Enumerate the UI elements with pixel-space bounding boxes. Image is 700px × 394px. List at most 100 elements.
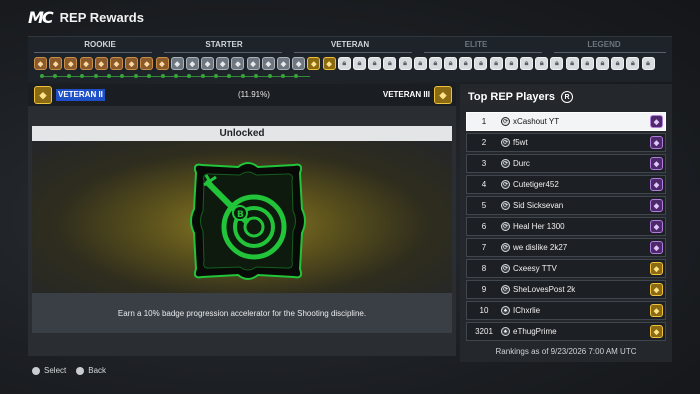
lock-icon[interactable]: 🔒︎	[535, 57, 549, 70]
lock-icon[interactable]: 🔒︎	[459, 57, 473, 70]
tier-divider	[164, 52, 282, 53]
row-player-name: xCashout YT	[513, 117, 560, 126]
tier-label-legend: LEGEND	[587, 40, 621, 49]
select-control[interactable]: Select	[32, 366, 66, 375]
progress-dot	[120, 74, 125, 78]
lock-icon[interactable]: 🔒︎	[520, 57, 533, 70]
badge-icon[interactable]: ◆	[231, 57, 245, 70]
badge-icon[interactable]: ◆	[34, 57, 47, 70]
lock-icon[interactable]: 🔒︎	[444, 57, 458, 70]
badge-icon[interactable]: ◆	[246, 57, 260, 70]
row-player-name: eThugPrime	[513, 327, 557, 336]
tier-labels: ROOKIE STARTER VETERAN ELITE LEGEND	[28, 37, 672, 51]
leaderboard-rows: 1 ⟳ xCashout YT ◆ 2 ⟳ f5wt ◆ 3 ⟳ Durc ◆ …	[466, 112, 666, 343]
badge-icon[interactable]: ◆	[64, 57, 78, 70]
badge-icon[interactable]: ◆	[292, 57, 306, 70]
badge-icon[interactable]: ◆	[79, 57, 93, 70]
leaderboard-row-self[interactable]: 3201 ♠ eThugPrime ◆	[466, 322, 666, 341]
badge-icon[interactable]: ◆	[201, 57, 215, 70]
progress-dot	[214, 74, 219, 78]
lock-icon[interactable]: 🔒︎	[611, 57, 625, 70]
lock-icon[interactable]: 🔒︎	[595, 57, 609, 70]
badge-icon[interactable]: ◆	[185, 57, 199, 70]
tier-progress-dots	[40, 74, 299, 78]
lock-icon[interactable]: 🔒︎	[641, 57, 655, 70]
lock-icon[interactable]: 🔒︎	[352, 57, 366, 70]
leaderboard-row[interactable]: 3 ⟳ Durc ◆	[466, 154, 666, 173]
row-rank: 7	[481, 243, 487, 252]
tier-badge-icon: ◆	[650, 262, 663, 275]
tier-badge-icon: ◆	[650, 199, 663, 212]
platform-icon: ⟳	[501, 222, 510, 231]
leaderboard: Top REP Players R 1 ⟳ xCashout YT ◆ 2 ⟳ …	[460, 84, 672, 362]
row-rank: 10	[479, 306, 489, 315]
lock-icon[interactable]: 🔒︎	[337, 57, 351, 70]
leaderboard-row[interactable]: 8 ⟳ Cxeesy TTV ◆	[466, 259, 666, 278]
reward-art: B	[32, 141, 452, 293]
next-rank-icon: ◆	[434, 86, 452, 104]
r-button-icon[interactable]: R	[561, 91, 574, 103]
badge-icon[interactable]: ◆	[155, 57, 169, 70]
rankings-timestamp: Rankings as of 9/23/2026 7:00 AM UTC	[495, 347, 637, 356]
lock-icon[interactable]: 🔒︎	[413, 57, 427, 70]
next-rank-label: VETERAN III	[382, 90, 430, 99]
badge-icon[interactable]: ◆	[170, 57, 184, 70]
badge-icon[interactable]: ◆	[94, 57, 108, 70]
progress-dot	[267, 74, 272, 78]
progress-dot	[227, 74, 232, 78]
back-label: Back	[88, 366, 107, 375]
lock-icon[interactable]: 🔒︎	[580, 57, 594, 70]
page-title: REP Rewards	[59, 9, 144, 25]
badge-icon[interactable]: ◆	[261, 57, 275, 70]
platform-icon: ⟳	[501, 138, 510, 147]
tier-badge-icon: ◆	[650, 136, 663, 149]
platform-icon: ⟳	[501, 159, 510, 168]
progress-dot	[80, 74, 85, 78]
leaderboard-row[interactable]: 10 ♠ IChxrlie ◆	[466, 301, 666, 320]
leaderboard-row[interactable]: 4 ⟳ Cutetiger452 ◆	[466, 175, 666, 194]
rank-percent-label: (11.91%)	[238, 90, 270, 99]
lock-icon[interactable]: 🔒︎	[550, 57, 564, 70]
lock-icon[interactable]: 🔒︎	[626, 57, 640, 70]
badge-icon[interactable]: ◆	[277, 57, 290, 70]
badge-icon[interactable]: ◆	[140, 57, 154, 70]
header: MC REP Rewards	[0, 0, 700, 34]
tier-divider	[34, 52, 152, 53]
lock-icon[interactable]: 🔒︎	[474, 57, 488, 70]
row-player-name: Durc	[513, 159, 530, 168]
badge-icon[interactable]: ◆	[307, 57, 321, 70]
tier-progress-strip: ROOKIE STARTER VETERAN ELITE LEGEND ◆ ◆ …	[28, 36, 672, 82]
lock-icon[interactable]: 🔒︎	[428, 57, 442, 70]
badge-icon[interactable]: ◆	[49, 57, 63, 70]
progress-dot	[240, 74, 245, 78]
leaderboard-row[interactable]: 1 ⟳ xCashout YT ◆	[466, 112, 666, 131]
level-badges: ◆ ◆ ◆ ◆ ◆ ◆ ◆ ◆ ◆ ◆ ◆ ◆ ◆ ◆ ◆ ◆ ◆ ◆ ◆ ◆ …	[34, 57, 655, 70]
badge-icon[interactable]: ◆	[125, 57, 139, 70]
row-rank: 5	[481, 201, 487, 210]
tier-divider	[294, 52, 412, 53]
reward-status-label: Unlocked	[219, 128, 265, 139]
lock-icon[interactable]: 🔒︎	[398, 57, 412, 70]
leaderboard-row[interactable]: 9 ⟳ SheLovesPost 2k ◆	[466, 280, 666, 299]
badge-icon[interactable]: ◆	[109, 57, 123, 70]
tier-badge-icon: ◆	[650, 115, 663, 128]
leaderboard-row[interactable]: 2 ⟳ f5wt ◆	[466, 133, 666, 152]
progress-dot	[40, 74, 44, 78]
leaderboard-row[interactable]: 5 ⟳ Sid Sicksevan ◆	[466, 196, 666, 215]
platform-icon: ⟳	[501, 201, 510, 210]
badge-icon[interactable]: ◆	[216, 57, 230, 70]
lock-icon[interactable]: 🔒︎	[489, 57, 503, 70]
tier-divider	[554, 52, 666, 53]
badge-icon[interactable]: ◆	[322, 57, 336, 70]
lock-icon[interactable]: 🔒︎	[368, 57, 382, 70]
row-rank: 3	[481, 159, 487, 168]
leaderboard-row[interactable]: 7 ⟳ we dislike 2k27 ◆	[466, 238, 666, 257]
progress-dot	[53, 74, 58, 78]
reward-description: Earn a 10% badge progression accelerator…	[117, 308, 367, 318]
select-label: Select	[44, 366, 67, 375]
lock-icon[interactable]: 🔒︎	[565, 57, 579, 70]
leaderboard-row[interactable]: 6 ⟳ Heal Her 1300 ◆	[466, 217, 666, 236]
lock-icon[interactable]: 🔒︎	[504, 57, 518, 70]
lock-icon[interactable]: 🔒︎	[383, 57, 397, 70]
back-control[interactable]: Back	[76, 366, 106, 375]
